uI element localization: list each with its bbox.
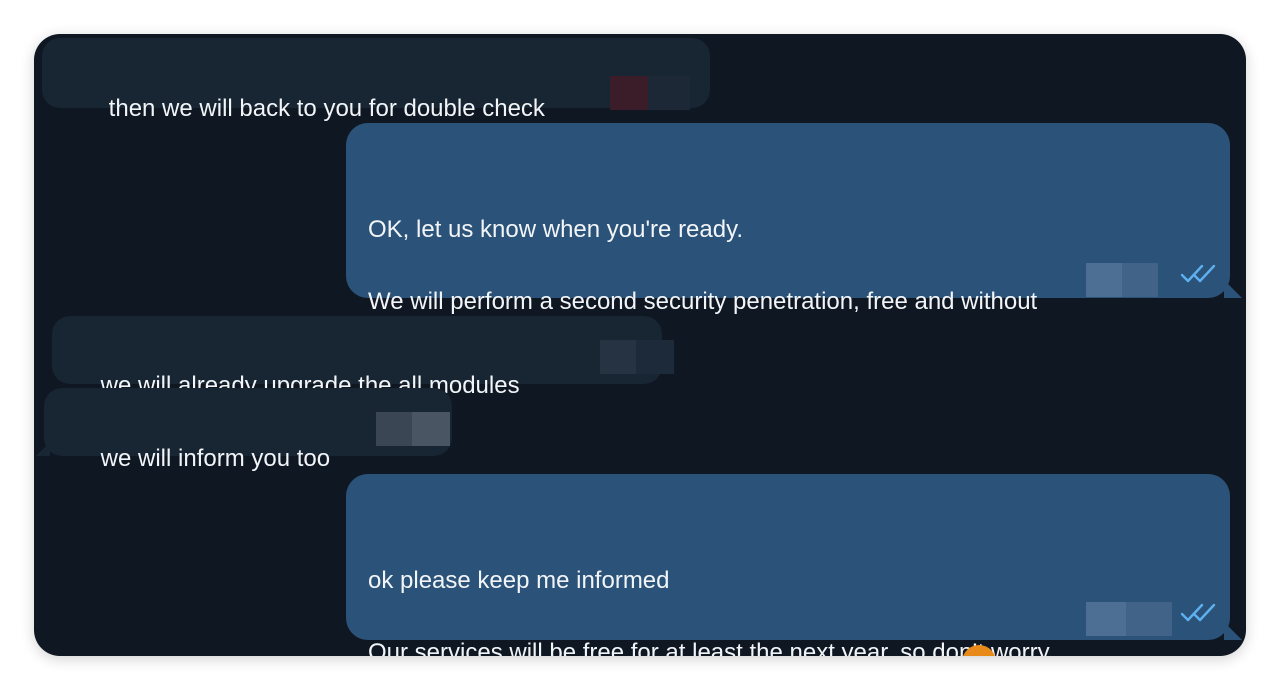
- message-timestamp-redacted: [1086, 602, 1172, 636]
- message-timestamp-redacted: [600, 340, 674, 374]
- chat-window: then we will back to you for double chec…: [34, 34, 1246, 656]
- message-outgoing-1[interactable]: OK, let us know when you're ready. We wi…: [346, 123, 1242, 351]
- message-incoming-2[interactable]: we will already upgrade the all modules: [52, 316, 674, 399]
- message-outgoing-2[interactable]: ok please keep me informed Our services …: [346, 474, 1242, 656]
- bubble-tail: [1224, 622, 1242, 640]
- message-incoming-1[interactable]: then we will back to you for double chec…: [42, 38, 710, 122]
- double-check-icon: [1180, 264, 1216, 283]
- message-timestamp-redacted: [1086, 263, 1158, 297]
- message-text: we will inform you too: [100, 445, 331, 472]
- bubble-tail: [36, 442, 50, 456]
- bubble-tail: [1224, 280, 1242, 298]
- double-check-icon: [1180, 603, 1216, 622]
- message-incoming-3[interactable]: we will inform you too: [36, 388, 452, 472]
- message-text: then we will back to you for double chec…: [108, 95, 545, 122]
- message-text: ok please keep me informed Our services …: [368, 567, 1050, 656]
- message-timestamp-redacted: [376, 412, 450, 446]
- message-timestamp-redacted: [610, 76, 690, 110]
